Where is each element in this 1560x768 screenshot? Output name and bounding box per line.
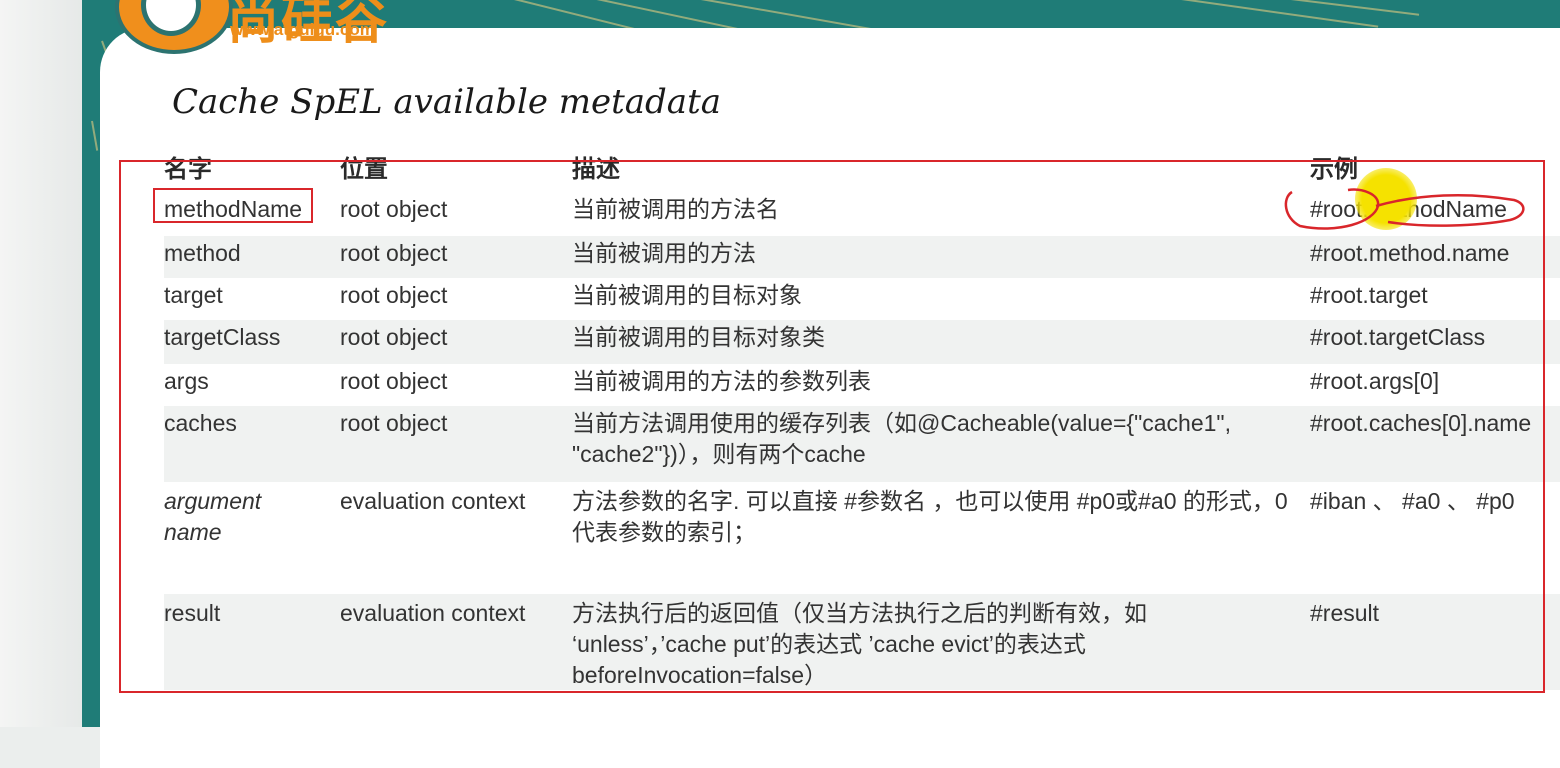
slide-title: Cache SpEL available metadata	[172, 82, 722, 122]
annotation-rectangle-table	[119, 160, 1545, 693]
logo: 尚硅谷 www.atguigu.com	[115, 0, 475, 54]
logo-url: www.atguigu.com	[230, 20, 375, 39]
annotation-rectangle-methodname	[153, 188, 313, 223]
left-margin	[0, 0, 82, 727]
annotation-ink-scribble	[1284, 188, 1525, 230]
